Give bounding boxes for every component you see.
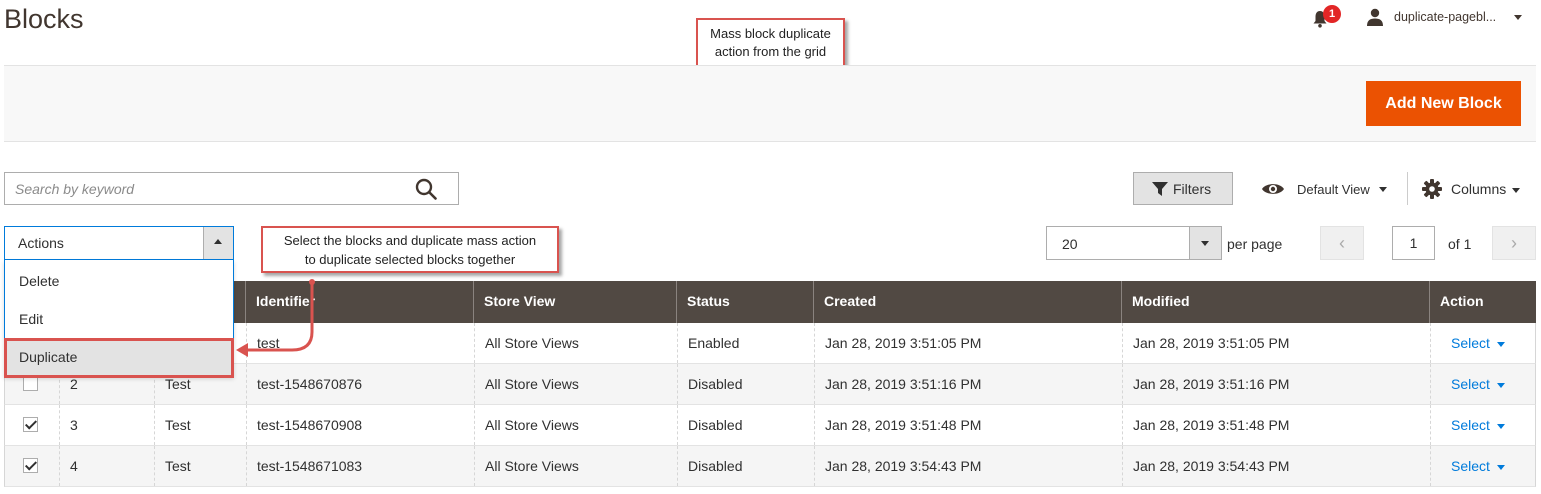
cell-status: Enabled xyxy=(677,323,814,363)
cell-created: Jan 28, 2019 3:51:48 PM xyxy=(814,405,1122,445)
column-header-store-view[interactable]: Store View xyxy=(473,281,676,323)
menu-item-edit[interactable]: Edit xyxy=(5,300,233,338)
row-checkbox-cell[interactable] xyxy=(5,405,59,445)
row-action-select[interactable]: Select xyxy=(1430,323,1535,363)
row-action-select[interactable]: Select xyxy=(1430,364,1535,404)
select-link[interactable]: Select xyxy=(1451,417,1490,433)
cell-modified: Jan 28, 2019 3:51:05 PM xyxy=(1122,323,1430,363)
total-pages-label: of 1 xyxy=(1448,236,1472,252)
row-checkbox-checked[interactable] xyxy=(23,458,38,473)
cell-id: 4 xyxy=(59,446,154,486)
select-link[interactable]: Select xyxy=(1451,335,1490,351)
column-header-created[interactable]: Created xyxy=(813,281,1121,323)
per-page-label: per page xyxy=(1227,236,1283,252)
column-header-status[interactable]: Status xyxy=(676,281,813,323)
table-row: 4 Test test-1548671083 All Store Views D… xyxy=(4,446,1536,487)
table-row: 3 Test test-1548670908 All Store Views D… xyxy=(4,405,1536,446)
chevron-down-icon[interactable] xyxy=(1512,188,1520,193)
cell-title: Test xyxy=(154,405,246,445)
filters-label: Filters xyxy=(1173,181,1212,197)
next-page-button[interactable]: › xyxy=(1492,226,1536,260)
duplicate-highlight xyxy=(4,338,234,378)
divider xyxy=(1407,172,1408,205)
mass-actions-toggle[interactable] xyxy=(203,227,233,259)
cell-created: Jan 28, 2019 3:54:43 PM xyxy=(814,446,1122,486)
user-icon[interactable] xyxy=(1366,8,1384,26)
cell-identifier: test-1548671083 xyxy=(246,446,474,486)
cell-status: Disabled xyxy=(677,446,814,486)
cell-modified: Jan 28, 2019 3:51:48 PM xyxy=(1122,405,1430,445)
filters-button[interactable]: Filters xyxy=(1133,172,1233,205)
cell-store-view: All Store Views xyxy=(474,323,677,363)
chevron-down-icon[interactable] xyxy=(1379,187,1387,192)
chevron-down-icon[interactable] xyxy=(1496,464,1505,470)
row-checkbox-cell[interactable] xyxy=(5,446,59,486)
cell-identifier: test-1548670876 xyxy=(246,364,474,404)
chevron-down-icon[interactable] xyxy=(1514,15,1522,20)
user-menu-name[interactable]: duplicate-pagebl... xyxy=(1394,10,1496,24)
column-header-action: Action xyxy=(1429,281,1536,323)
row-checkbox[interactable] xyxy=(23,376,38,391)
column-header-modified[interactable]: Modified xyxy=(1121,281,1429,323)
cell-status: Disabled xyxy=(677,364,814,404)
search-icon[interactable] xyxy=(415,178,437,200)
search-input[interactable] xyxy=(5,173,405,204)
row-action-select[interactable]: Select xyxy=(1430,405,1535,445)
cell-created: Jan 28, 2019 3:51:05 PM xyxy=(814,323,1122,363)
cell-id: 3 xyxy=(59,405,154,445)
select-link[interactable]: Select xyxy=(1451,376,1490,392)
mass-actions-label[interactable]: Actions xyxy=(18,235,64,251)
cell-store-view: All Store Views xyxy=(474,405,677,445)
gear-icon[interactable] xyxy=(1422,179,1442,199)
annotation-line: action from the grid xyxy=(714,44,827,59)
cell-identifier: test-1548670908 xyxy=(246,405,474,445)
page-actions-bar xyxy=(4,65,1536,142)
annotation-line: Mass block duplicate xyxy=(710,26,831,41)
chevron-down-icon xyxy=(1201,241,1209,246)
columns-label[interactable]: Columns xyxy=(1451,181,1506,197)
cell-modified: Jan 28, 2019 3:54:43 PM xyxy=(1122,446,1430,486)
annotation-line: Select the blocks and duplicate mass act… xyxy=(283,233,537,248)
previous-page-button[interactable]: ‹ xyxy=(1320,226,1364,260)
per-page-value[interactable]: 20 xyxy=(1062,236,1078,252)
chevron-down-icon[interactable] xyxy=(1496,382,1505,388)
cell-created: Jan 28, 2019 3:51:16 PM xyxy=(814,364,1122,404)
annotation-select-duplicate-note: Select the blocks and duplicate mass act… xyxy=(261,226,559,273)
cell-store-view: All Store Views xyxy=(474,364,677,404)
chevron-up-icon xyxy=(214,239,222,244)
chevron-down-icon[interactable] xyxy=(1496,423,1505,429)
page-title: Blocks xyxy=(4,4,84,34)
cell-modified: Jan 28, 2019 3:51:16 PM xyxy=(1122,364,1430,404)
add-new-block-button[interactable]: Add New Block xyxy=(1366,81,1521,126)
annotation-line: to duplicate selected blocks together xyxy=(304,252,516,267)
per-page-toggle[interactable] xyxy=(1189,227,1221,259)
cell-status: Disabled xyxy=(677,405,814,445)
annotation-arrow xyxy=(236,279,315,357)
eye-icon[interactable] xyxy=(1261,181,1285,197)
cell-store-view: All Store Views xyxy=(474,446,677,486)
default-view-label[interactable]: Default View xyxy=(1297,182,1370,197)
current-page-input[interactable]: 1 xyxy=(1392,226,1435,260)
cell-title: Test xyxy=(154,446,246,486)
select-link[interactable]: Select xyxy=(1451,458,1490,474)
row-action-select[interactable]: Select xyxy=(1430,446,1535,486)
notification-badge: 1 xyxy=(1323,5,1341,23)
chevron-down-icon[interactable] xyxy=(1496,341,1505,347)
filter-icon xyxy=(1152,182,1168,196)
annotation-mass-duplicate-note: Mass block duplicate action from the gri… xyxy=(696,18,845,69)
row-checkbox-checked[interactable] xyxy=(23,417,38,432)
menu-item-delete[interactable]: Delete xyxy=(5,262,233,300)
